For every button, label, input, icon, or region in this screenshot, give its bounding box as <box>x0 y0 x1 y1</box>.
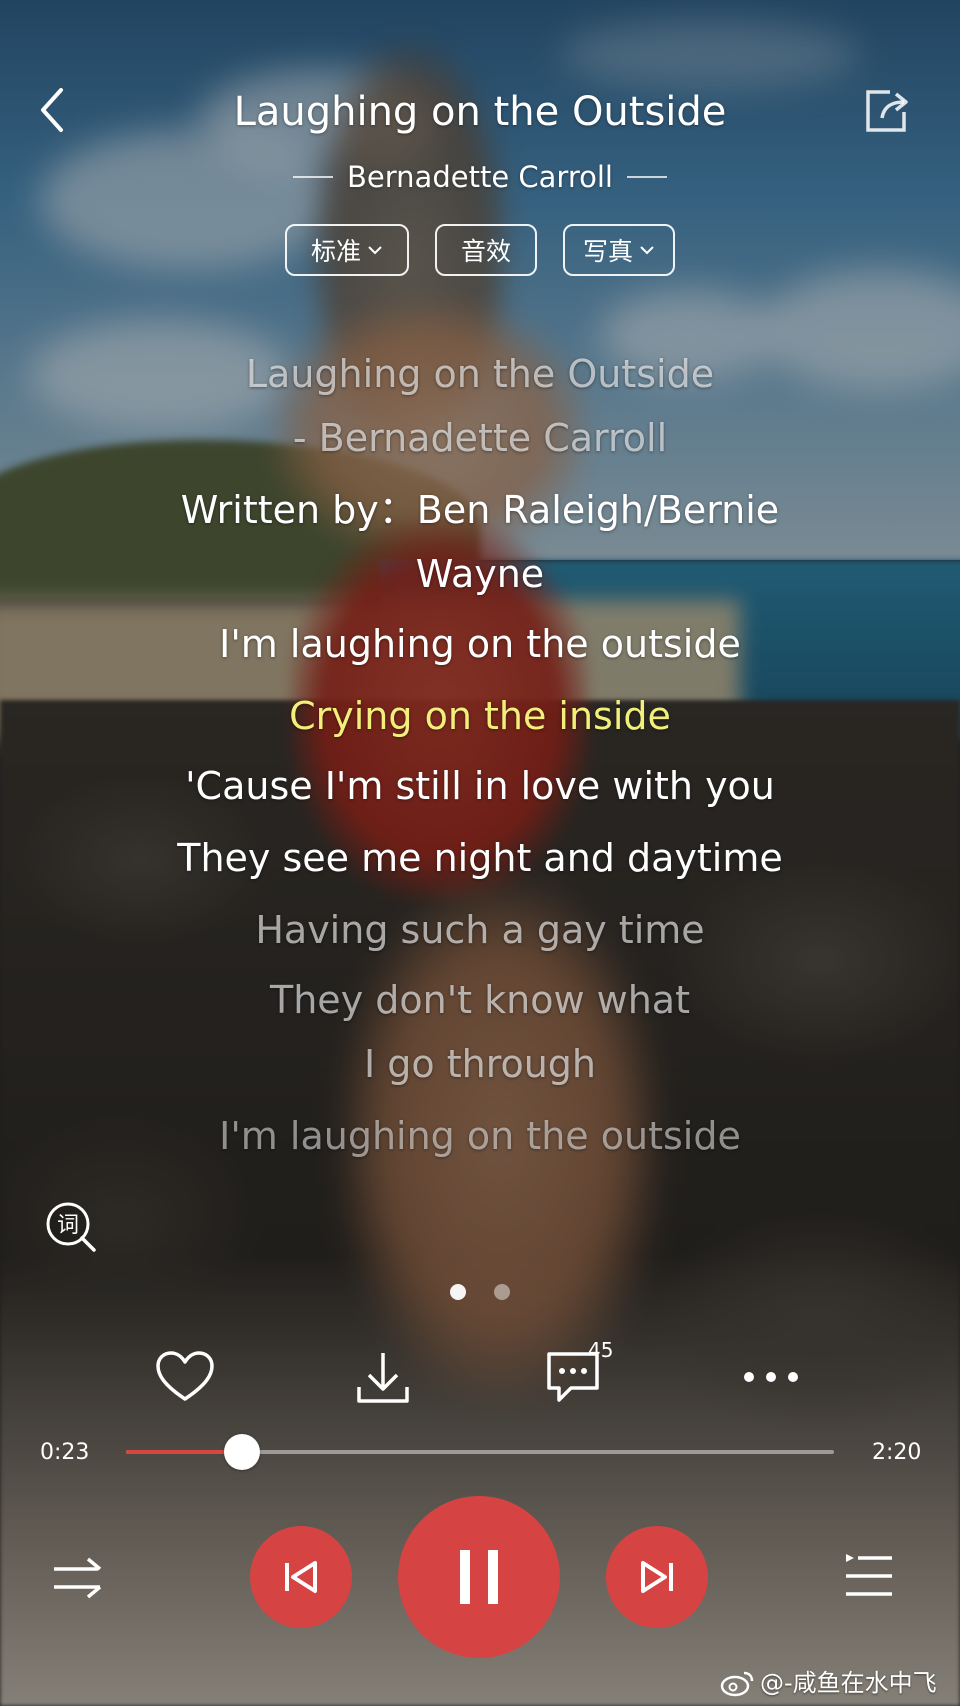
shuffle-icon <box>54 1557 102 1599</box>
next-button[interactable] <box>606 1526 708 1628</box>
lyric-line: They don't know what <box>270 978 690 1022</box>
lyric-line-current: Crying on the inside <box>289 694 671 738</box>
playlist-button[interactable] <box>840 1548 896 1604</box>
share-icon <box>866 90 908 132</box>
song-title: Laughing on the Outside <box>233 89 727 135</box>
lyric-line: I go through <box>363 1042 597 1086</box>
sound-effect-button[interactable]: 音效 <box>435 224 537 276</box>
lyric-line: Written by：Ben Raleigh/Bernie <box>180 488 780 532</box>
chevron-down-icon <box>640 246 654 255</box>
lyric-line: Wayne <box>415 552 545 596</box>
more-button[interactable] <box>736 1344 806 1410</box>
download-button[interactable] <box>348 1344 418 1410</box>
weibo-watermark: @-咸鱼在水中飞 <box>720 1668 937 1698</box>
lyric-line: Having such a gay time <box>255 908 705 952</box>
artist-dash-left <box>293 176 334 178</box>
artist-name[interactable]: Bernadette Carroll <box>347 158 613 196</box>
lyric-line: 'Cause I'm still in love with you <box>185 764 775 808</box>
lyric-search-icon: 词 <box>46 1202 96 1252</box>
current-time: 0:23 <box>40 1440 90 1465</box>
quality-selector[interactable]: 标准 <box>285 224 409 276</box>
download-icon <box>357 1353 409 1403</box>
previous-button[interactable] <box>250 1526 352 1628</box>
next-icon <box>641 1561 673 1593</box>
page-dot-active <box>450 1284 466 1300</box>
page-indicator <box>0 1284 960 1300</box>
photo-label: 写真 <box>582 237 633 266</box>
more-icon <box>744 1372 798 1382</box>
weibo-logo-icon <box>720 1671 754 1697</box>
playlist-icon <box>846 1554 892 1596</box>
back-arrow-icon <box>41 88 63 132</box>
back-button[interactable] <box>30 80 74 140</box>
lyric-line: Laughing on the Outside <box>245 352 715 396</box>
share-button[interactable] <box>862 86 912 136</box>
chevron-down-icon <box>368 246 382 255</box>
progress-slider[interactable] <box>126 1434 834 1470</box>
lyric-line: I'm laughing on the outside <box>219 622 741 666</box>
lyric-line: I'm laughing on the outside <box>219 1114 741 1158</box>
lyric-search-char: 词 <box>57 1213 79 1238</box>
quality-label: 标准 <box>310 237 361 266</box>
pause-button[interactable] <box>398 1496 560 1658</box>
option-pills: 标准 音效 写真 <box>0 224 960 276</box>
progress-knob[interactable] <box>224 1434 261 1470</box>
previous-icon <box>285 1561 317 1593</box>
artist-row[interactable]: Bernadette Carroll <box>120 158 840 196</box>
artist-dash-right <box>626 176 667 178</box>
lyric-line: They see me night and daytime <box>177 836 783 880</box>
comment-count-badge: 45 <box>588 1338 614 1362</box>
sound-effect-label: 音效 <box>460 237 511 266</box>
watermark-text: @-咸鱼在水中飞 <box>760 1669 937 1697</box>
photo-selector[interactable]: 写真 <box>563 224 675 276</box>
lyric-line: - Bernadette Carroll <box>292 416 668 460</box>
page-dot <box>494 1284 510 1300</box>
heart-icon <box>156 1351 214 1401</box>
like-button[interactable] <box>150 1344 220 1410</box>
lyric-search-button[interactable]: 词 <box>44 1200 98 1254</box>
play-mode-button[interactable] <box>48 1548 108 1608</box>
total-time: 2:20 <box>872 1440 922 1465</box>
pause-icon <box>460 1550 498 1604</box>
